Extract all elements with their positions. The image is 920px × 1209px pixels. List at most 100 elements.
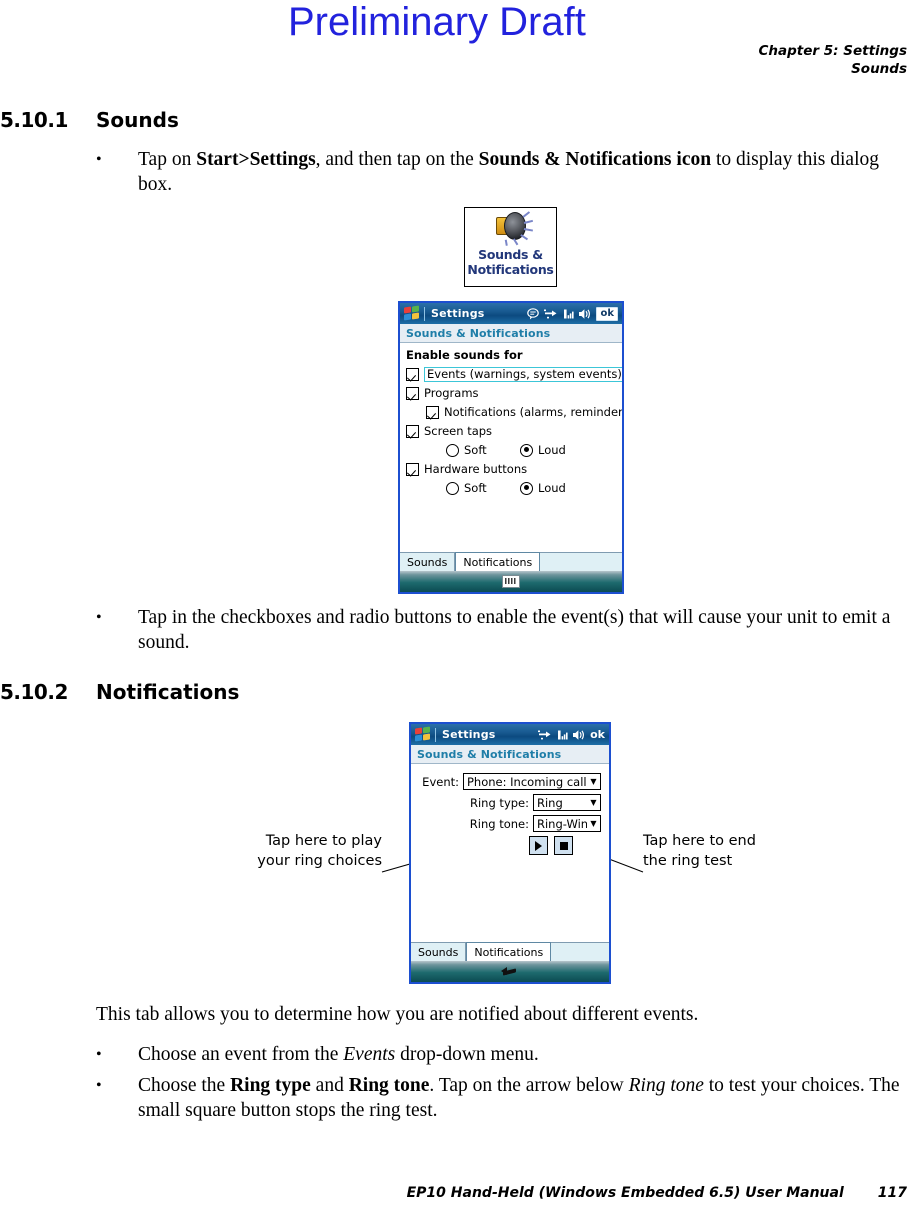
screen-taps-loud-label: Loud [538,443,566,457]
bullet-marker: • [96,609,102,626]
callout-right: Tap here to end the ring test [643,831,756,871]
callout-left: Tap here to play your ring choices [196,831,382,871]
callout-right-line2: the ring test [643,853,733,869]
bullet1-pre: Tap on [138,149,197,170]
screen-taps-checkbox[interactable] [406,424,419,438]
device1-ok-button[interactable]: ok [596,306,618,321]
bullet-text: Tap in the checkboxes and radio buttons … [138,607,891,653]
speaker-icon [490,211,533,246]
bullet-text: Choose an event from the Events drop-dow… [138,1042,916,1067]
bullet1-bold-icon: Sounds & Notifications icon [478,149,712,170]
running-header-chapter: Chapter 5: Settings [758,43,907,59]
bullet3-post: drop-down menu. [395,1044,539,1065]
section-heading-sounds: 5.10.1 Sounds [0,108,179,132]
device2-taskbar [411,961,609,982]
bullet3-pre: Choose an event from the [138,1044,344,1065]
checkbox-row-events[interactable]: Events (warnings, system events) [406,365,622,383]
bullet-choose-event: • Choose an event from the Events drop-d… [96,1042,916,1067]
icon-tile-label-line1: Sounds & [478,247,543,262]
device2-tray-icons: ok [538,728,606,741]
footer-page-number: 117 [877,1185,907,1201]
screen-taps-loud-radio[interactable] [520,443,533,457]
section-number-5-10-2: 5.10.2 [0,680,68,704]
volume-icon[interactable] [572,729,586,741]
checkbox-row-hardware-buttons[interactable]: Hardware buttons [406,460,616,478]
chevron-down-icon: ▼ [590,818,597,828]
hardware-buttons-soft-radio[interactable] [446,481,459,495]
bullet4-mid2: . Tap on the arrow below [429,1075,629,1096]
signal-strength-icon[interactable] [556,729,568,741]
field-row-ring-tone: Ring tone: Ring-WindowsMob ▼ [417,815,603,832]
volume-icon[interactable] [578,308,592,320]
device1-client-area: Enable sounds for Events (warnings, syst… [400,343,622,554]
device1-tab-sounds[interactable]: Sounds [400,553,456,571]
windows-flag-icon [414,726,431,742]
ring-tone-dropdown[interactable]: Ring-WindowsMob ▼ [533,815,601,832]
connectivity-icon[interactable] [538,729,552,741]
signal-strength-icon[interactable] [562,308,575,320]
section-number-5-10-1: 5.10.1 [0,108,68,132]
play-button[interactable] [529,836,548,855]
ring-test-buttons [529,836,603,855]
preliminary-draft-watermark: Preliminary Draft [288,0,586,44]
sounds-notifications-icon-tile[interactable]: Sounds & Notifications [464,207,557,287]
event-label: Event: [422,774,459,789]
stop-button[interactable] [554,836,573,855]
ring-type-value: Ring [537,795,563,810]
device1-tab-strip: Sounds Notifications [400,552,622,571]
section-heading-notifications: 5.10.2 Notifications [0,680,239,704]
radio-row-hardware-buttons-volume[interactable]: Soft Loud [406,479,616,497]
bullet1-mid: , and then tap on the [315,149,479,170]
notifications-checkbox[interactable] [426,405,439,419]
screen-taps-soft-radio[interactable] [446,443,459,457]
footer-manual-title: EP10 Hand-Held (Windows Embedded 6.5) Us… [406,1185,844,1201]
checkbox-row-notifications[interactable]: Notifications (alarms, reminders) [406,403,622,421]
device2-tab-filler [551,943,609,961]
bullet-marker: • [96,151,102,168]
device2-ok-button[interactable]: ok [590,728,605,741]
bullet4-mid1: and [310,1075,349,1096]
keyboard-icon[interactable] [502,575,520,588]
event-dropdown[interactable]: Phone: Incoming call ▼ [463,773,601,790]
ring-type-dropdown[interactable]: Ring ▼ [533,794,601,811]
running-header-section: Sounds [851,61,907,77]
enable-sounds-for-label: Enable sounds for [406,348,523,362]
running-header: Chapter 5: Settings Sounds [759,42,907,78]
bullet3-italic-events: Events [343,1044,396,1065]
hardware-buttons-soft-label: Soft [464,481,487,495]
device2-tab-notifications[interactable]: Notifications [466,942,552,961]
field-row-ring-type: Ring type: Ring ▼ [417,794,603,811]
bullet-tap-checkboxes: • Tap in the checkboxes and radio button… [96,605,916,655]
device2-subtitle: Sounds & Notifications [417,747,562,761]
hardware-buttons-loud-radio[interactable] [520,481,533,495]
connectivity-icon[interactable] [544,308,558,320]
windows-flag-icon [403,305,420,321]
callout-left-line2: your ring choices [257,853,382,869]
device2-tab-strip: Sounds Notifications [411,942,609,961]
checkbox-row-screen-taps[interactable]: Screen taps [406,422,616,440]
icon-tile-label: Sounds & Notifications [465,247,556,277]
arrow-icon[interactable] [501,966,519,978]
programs-checkbox[interactable] [406,386,419,400]
events-checkbox[interactable] [406,367,419,381]
ring-tone-value: Ring-WindowsMob [537,816,587,831]
bullet4-italic-ring-tone: Ring tone [628,1075,704,1096]
events-label: Events (warnings, system events) [424,366,622,382]
radio-row-screen-taps-volume[interactable]: Soft Loud [406,441,616,459]
chevron-down-icon: ▼ [590,776,597,786]
section-title-notifications: Notifications [96,680,240,704]
stop-icon [559,841,568,850]
messaging-icon[interactable] [527,307,540,320]
device1-titlebar: Settings ok [400,303,622,324]
page-footer: EP10 Hand-Held (Windows Embedded 6.5) Us… [407,1185,907,1201]
device-screenshot-notifications: Settings ok Sounds & Notifications Event… [409,722,611,984]
device2-tab-sounds[interactable]: Sounds [411,943,467,961]
device1-tab-notifications[interactable]: Notifications [455,552,541,571]
device2-title: Settings [442,728,496,741]
callout-right-line1: Tap here to end [643,833,756,849]
play-icon [535,840,542,851]
checkbox-row-programs[interactable]: Programs [406,384,616,402]
device2-client-area: Event: Phone: Incoming call ▼ Ring type:… [411,764,609,944]
hardware-buttons-checkbox[interactable] [406,462,419,476]
bullet4-pre: Choose the [138,1075,231,1096]
